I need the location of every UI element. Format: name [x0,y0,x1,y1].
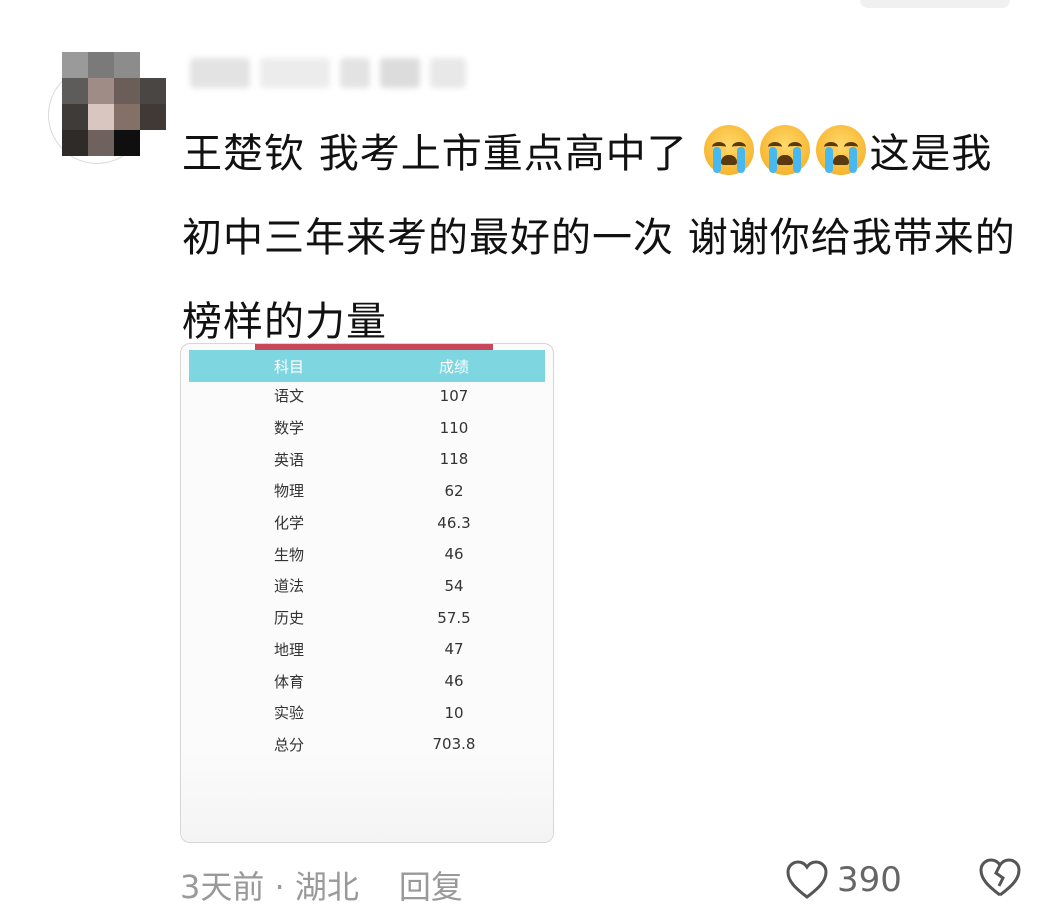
table-row: 化学 46.3 [189,507,545,539]
comment-text-part1: 王楚钦 我考上市重点高中了 [182,131,688,177]
subject-cell: 物理 [273,482,304,501]
score-image[interactable]: 科目 成绩 语文 107 数学 110 英语 118 物理 62 化学 46.3 生物 46… [180,343,554,843]
table-row: 生物 46 [189,538,545,570]
score-table-header: 科目 成绩 [189,350,545,382]
comment-text: 王楚钦 我考上市重点高中了 这是我初中三年来考的最好的一次 谢谢你给我带来的榜样… [182,112,1032,364]
score-cell: 107 [439,386,469,405]
avatar[interactable] [62,52,166,156]
score-cell: 54 [444,576,464,595]
image-bottom-area [181,752,553,842]
score-cell: 110 [439,418,469,437]
header-subject: 科目 [273,357,304,376]
subject-cell: 地理 [273,640,304,659]
crying-face-icon [816,125,867,175]
subject-cell: 生物 [273,545,304,564]
subject-cell: 化学 [273,514,304,533]
score-cell: 46 [444,672,464,691]
subject-cell: 数学 [273,419,304,438]
top-edge-shadow [860,0,1010,8]
score-cell: 47 [444,640,464,659]
comment-footer: 3天前 · 湖北 回复 [180,862,463,908]
subject-cell: 英语 [273,450,304,469]
timestamp-location: 3天前 · 湖北 [180,868,359,906]
score-cell: 46.3 [437,513,471,532]
score-cell: 46 [444,545,464,564]
table-row: 物理 62 [189,475,545,507]
subject-cell: 历史 [273,609,304,628]
table-row: 体育 46 [189,665,545,697]
subject-cell: 实验 [273,704,304,723]
score-table-body: 语文 107 数学 110 英语 118 物理 62 化学 46.3 生物 46 道法 54 … [189,380,545,760]
table-row: 数学 110 [189,412,545,444]
subject-cell: 语文 [273,387,304,406]
broken-heart-icon [979,858,1021,897]
table-row: 实验 10 [189,697,545,729]
score-cell: 62 [444,481,464,500]
table-row: 语文 107 [189,380,545,412]
table-row: 英语 118 [189,443,545,475]
crying-face-icon [760,125,811,175]
table-row: 地理 47 [189,634,545,666]
like-count: 390 [837,860,902,900]
like-button[interactable]: 390 [785,860,902,900]
table-row: 道法 54 [189,570,545,602]
heart-icon [786,860,828,899]
score-cell: 57.5 [437,608,471,627]
dislike-button[interactable] [975,858,1025,902]
crying-face-icon [704,125,755,175]
score-cell: 10 [444,703,464,722]
header-score: 成绩 [438,357,469,376]
score-cell: 703.8 [432,735,476,754]
reply-button[interactable]: 回复 [399,862,463,908]
score-cell: 118 [439,450,469,469]
subject-cell: 道法 [273,577,304,596]
table-row: 历史 57.5 [189,602,545,634]
subject-cell: 体育 [273,672,304,691]
blurred-username[interactable] [190,48,510,98]
